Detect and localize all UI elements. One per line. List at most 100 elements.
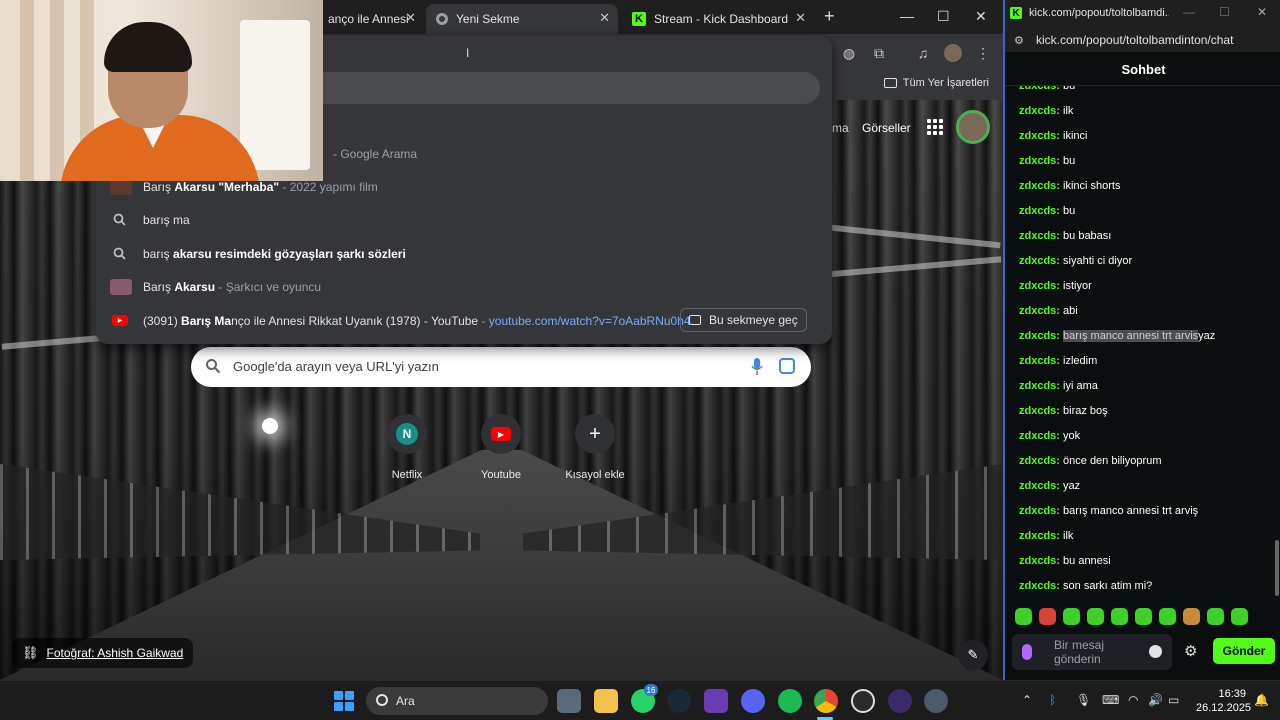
- taskbar-clock[interactable]: 16:39 26.12.2025: [1196, 687, 1251, 715]
- send-button[interactable]: Gönder: [1213, 638, 1275, 664]
- extensions-icon[interactable]: ⧉: [870, 44, 888, 62]
- spotify-icon[interactable]: [778, 689, 802, 713]
- emote-icon[interactable]: [1159, 608, 1176, 625]
- emote-icon[interactable]: [1039, 608, 1056, 625]
- maximize-icon[interactable]: ☐: [1219, 5, 1230, 19]
- taskbar: Ara 16 ⌃ ᛒ 🎙 ⌨ ◠ 🔊 ▭ 16:39 26.12.2025 🔔: [0, 680, 1280, 720]
- add-shortcut-button[interactable]: +: [575, 414, 615, 454]
- omnibox-history-result[interactable]: ▶ (3091) Barış Manço ile Annesi Rikkat U…: [96, 306, 832, 336]
- chat-username[interactable]: zdxcds:: [1019, 180, 1060, 192]
- mic-icon[interactable]: [1022, 644, 1032, 660]
- chat-username[interactable]: zdxcds:: [1019, 205, 1060, 217]
- chat-username[interactable]: zdxcds:: [1019, 480, 1060, 492]
- taskbar-search[interactable]: Ara: [366, 687, 548, 715]
- tab-baris-manco[interactable]: anço ile Annesi R ✕: [318, 4, 424, 34]
- close-icon[interactable]: ✕: [405, 10, 416, 26]
- minimize-icon[interactable]: —: [1183, 5, 1195, 19]
- discord-icon[interactable]: [741, 689, 765, 713]
- chrome-icon[interactable]: [814, 689, 838, 713]
- chat-settings-gear-icon[interactable]: ⚙: [1184, 642, 1197, 660]
- all-bookmarks-button[interactable]: Tüm Yer İşaretleri: [883, 77, 989, 89]
- chat-username[interactable]: zdxcds:: [1019, 430, 1060, 442]
- chat-username[interactable]: zdxcds:: [1019, 255, 1060, 267]
- chat-username[interactable]: zdxcds:: [1019, 280, 1060, 292]
- chat-username[interactable]: zdxcds:: [1019, 405, 1060, 417]
- chat-username[interactable]: zdxcds:: [1019, 305, 1060, 317]
- microphone-icon[interactable]: 🎙: [1076, 693, 1091, 707]
- emoji-icon[interactable]: [1149, 645, 1162, 658]
- site-settings-icon[interactable]: ⚙: [1014, 34, 1024, 47]
- close-window-icon[interactable]: ✕: [975, 8, 987, 25]
- chat-url-bar[interactable]: ⚙ kick.com/popout/toltolbamdinton/chat: [1005, 28, 1280, 52]
- chat-username[interactable]: zdxcds:: [1019, 155, 1060, 167]
- settings-icon[interactable]: [924, 689, 948, 713]
- chat-username[interactable]: zdxcds:: [1019, 130, 1060, 142]
- extension-globe-icon[interactable]: ◍: [840, 44, 858, 62]
- calculator-icon[interactable]: [557, 689, 581, 713]
- profile-avatar[interactable]: [944, 44, 962, 62]
- chat-username[interactable]: zdxcds:: [1019, 530, 1060, 542]
- file-explorer-icon[interactable]: [594, 689, 618, 713]
- emote-icon[interactable]: [1135, 608, 1152, 625]
- chat-scrollbar[interactable]: [1275, 540, 1279, 596]
- emote-icon[interactable]: [1063, 608, 1080, 625]
- switch-to-tab-button[interactable]: Bu sekmeye geç: [680, 308, 807, 332]
- emote-icon[interactable]: [1183, 608, 1200, 625]
- omnibox-suggestion[interactable]: barış ma: [96, 205, 832, 235]
- chat-username[interactable]: zdxcds:: [1019, 330, 1060, 342]
- app-circle-icon[interactable]: [888, 689, 912, 713]
- chat-username[interactable]: zdxcds:: [1019, 230, 1060, 242]
- omnibox-suggestion[interactable]: Barış Akarsu - Şarkıcı ve oyuncu: [96, 272, 832, 302]
- volume-icon[interactable]: 🔊: [1148, 693, 1163, 707]
- chat-username[interactable]: zdxcds:: [1019, 580, 1060, 592]
- chat-message-text: ilk: [1063, 530, 1074, 542]
- voice-search-icon[interactable]: [751, 358, 763, 376]
- menu-icon[interactable]: ⋮: [974, 44, 992, 62]
- google-apps-icon[interactable]: [927, 119, 943, 135]
- close-icon[interactable]: ✕: [599, 10, 610, 26]
- windows-start-icon[interactable]: [334, 691, 354, 711]
- tab-kick-dashboard[interactable]: K Stream - Kick Dashboard ✕: [622, 4, 814, 34]
- close-icon[interactable]: ✕: [795, 10, 806, 26]
- emote-icon[interactable]: [1231, 608, 1248, 625]
- emote-icon[interactable]: [1207, 608, 1224, 625]
- chat-username[interactable]: zdxcds:: [1019, 505, 1060, 517]
- chat-username[interactable]: zdxcds:: [1019, 86, 1060, 92]
- customize-pencil-icon[interactable]: ✎: [958, 640, 988, 670]
- shortcut-youtube[interactable]: ▶: [481, 414, 521, 454]
- wifi-icon[interactable]: ◠: [1128, 693, 1138, 707]
- chat-username[interactable]: zdxcds:: [1019, 380, 1060, 392]
- chat-username[interactable]: zdxcds:: [1019, 355, 1060, 367]
- lens-icon[interactable]: [779, 358, 795, 374]
- chat-message: zdxcds: yaz: [1019, 478, 1080, 494]
- chat-username[interactable]: zdxcds:: [1019, 455, 1060, 467]
- ntp-profile-avatar[interactable]: [956, 110, 990, 144]
- obs-icon[interactable]: [851, 689, 875, 713]
- battery-icon[interactable]: ▭: [1168, 693, 1179, 707]
- omnibox-suggestion[interactable]: barış akarsu resimdeki gözyaşları şarkı …: [96, 239, 832, 269]
- tab-new-tab[interactable]: Yeni Sekme ✕: [426, 4, 618, 34]
- photo-credit[interactable]: ⛓ Fotoğraf: Ashish Gaikwad: [12, 638, 194, 668]
- emote-icon[interactable]: [1015, 608, 1032, 625]
- chat-message-text: barış manco annesi trt arvis: [1063, 330, 1199, 342]
- chat-username[interactable]: zdxcds:: [1019, 105, 1060, 117]
- shortcut-netflix[interactable]: N: [387, 414, 427, 454]
- keyboard-icon[interactable]: ⌨: [1102, 693, 1119, 707]
- app-heart-icon[interactable]: [704, 689, 728, 713]
- chevron-up-icon[interactable]: ⌃: [1022, 693, 1032, 707]
- maximize-icon[interactable]: ☐: [937, 8, 950, 25]
- chat-username[interactable]: zdxcds:: [1019, 555, 1060, 567]
- bluetooth-icon[interactable]: ᛒ: [1049, 693, 1056, 707]
- media-control-icon[interactable]: ♫: [914, 44, 932, 62]
- close-window-icon[interactable]: ✕: [1257, 5, 1267, 19]
- chat-message: zdxcds: bu: [1019, 203, 1075, 219]
- emote-icon[interactable]: [1111, 608, 1128, 625]
- new-tab-button[interactable]: +: [824, 6, 835, 27]
- steam-icon[interactable]: [667, 689, 691, 713]
- emote-icon[interactable]: [1087, 608, 1104, 625]
- notification-bell-icon[interactable]: 🔔: [1254, 693, 1269, 707]
- chat-message-input[interactable]: Bir mesaj gönderin: [1012, 634, 1172, 670]
- minimize-icon[interactable]: —: [900, 8, 914, 24]
- images-link[interactable]: ma Görseller: [832, 121, 911, 135]
- ntp-search-box[interactable]: Google'da arayın veya URL'yi yazın: [191, 347, 811, 387]
